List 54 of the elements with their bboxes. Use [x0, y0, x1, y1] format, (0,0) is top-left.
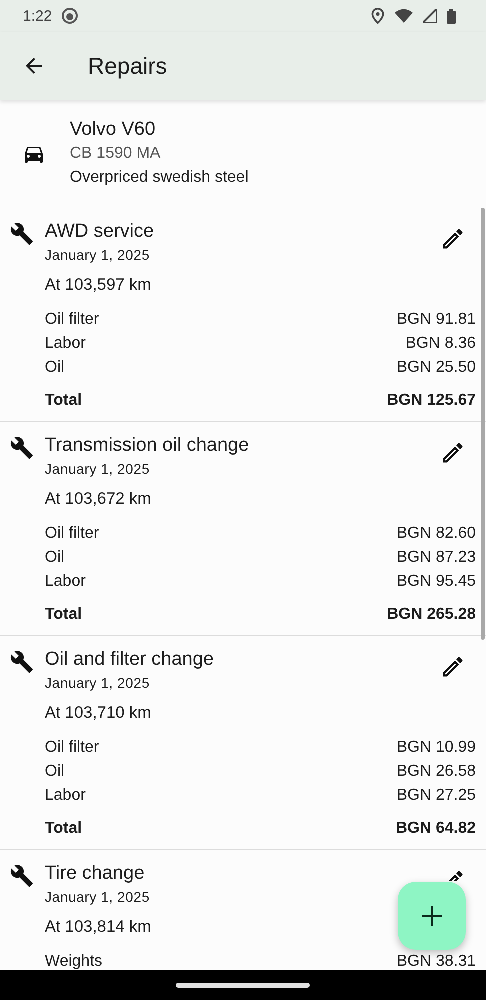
part-name: Oil filter	[45, 524, 100, 544]
repair-date: January 1, 2025	[45, 674, 151, 693]
part-price: BGN 25.50	[396, 358, 476, 378]
part-price: BGN 8.36	[406, 334, 476, 354]
part-name: Labor	[45, 786, 86, 806]
vehicle-name: Volvo V60	[70, 118, 157, 142]
total-amount: BGN 125.67	[387, 391, 476, 411]
part-price: BGN 27.25	[396, 786, 476, 806]
odometer-reading: At 103,710 km	[45, 703, 152, 724]
part-price: BGN 10.99	[396, 738, 476, 758]
part-name: Labor	[45, 572, 86, 592]
part-price: BGN 87.23	[396, 548, 476, 568]
page-title: Repairs	[88, 52, 168, 80]
wrench-icon	[10, 864, 34, 888]
odometer-reading: At 103,672 km	[45, 489, 152, 510]
status-time: 1:22	[23, 8, 52, 24]
notification-icon	[62, 8, 78, 24]
repair-date: January 1, 2025	[45, 460, 151, 479]
battery-icon	[447, 8, 456, 24]
wifi-icon	[395, 9, 413, 23]
signal-icon	[423, 9, 437, 23]
part-name: Weights	[45, 952, 103, 970]
part-name: Oil	[45, 358, 65, 378]
home-indicator[interactable]	[176, 982, 310, 988]
plus-icon	[421, 905, 443, 927]
odometer-reading: At 103,814 km	[45, 917, 152, 938]
total-amount: BGN 265.28	[387, 605, 476, 625]
part-price: BGN 95.45	[396, 572, 476, 592]
total-amount: BGN 64.82	[396, 819, 476, 839]
part-price: BGN 91.81	[396, 310, 476, 330]
part-name: Oil	[45, 762, 65, 782]
location-icon	[371, 8, 385, 24]
odometer-reading: At 103,597 km	[45, 275, 152, 296]
repair-date: January 1, 2025	[45, 246, 151, 265]
repair-title: Transmission oil change	[45, 434, 250, 458]
license-plate: CB 1590 MA	[70, 144, 162, 164]
part-name: Oil filter	[45, 310, 100, 330]
total-label: Total	[45, 391, 82, 411]
repair-title: Oil and filter change	[45, 648, 214, 672]
wrench-icon	[10, 222, 34, 246]
part-name: Labor	[45, 334, 86, 354]
total-label: Total	[45, 605, 82, 625]
vehicle-description: Overpriced swedish steel	[70, 168, 250, 188]
total-label: Total	[45, 819, 82, 839]
wrench-icon	[10, 650, 34, 674]
part-name: Oil	[45, 548, 65, 568]
part-price: BGN 26.58	[396, 762, 476, 782]
repair-date: January 1, 2025	[45, 888, 151, 907]
repair-title: Tire change	[45, 862, 145, 886]
part-price: BGN 38.31	[396, 952, 476, 970]
part-name: Oil filter	[45, 738, 100, 758]
part-price: BGN 82.60	[396, 524, 476, 544]
repair-title: AWD service	[45, 220, 154, 244]
wrench-icon	[10, 436, 34, 460]
